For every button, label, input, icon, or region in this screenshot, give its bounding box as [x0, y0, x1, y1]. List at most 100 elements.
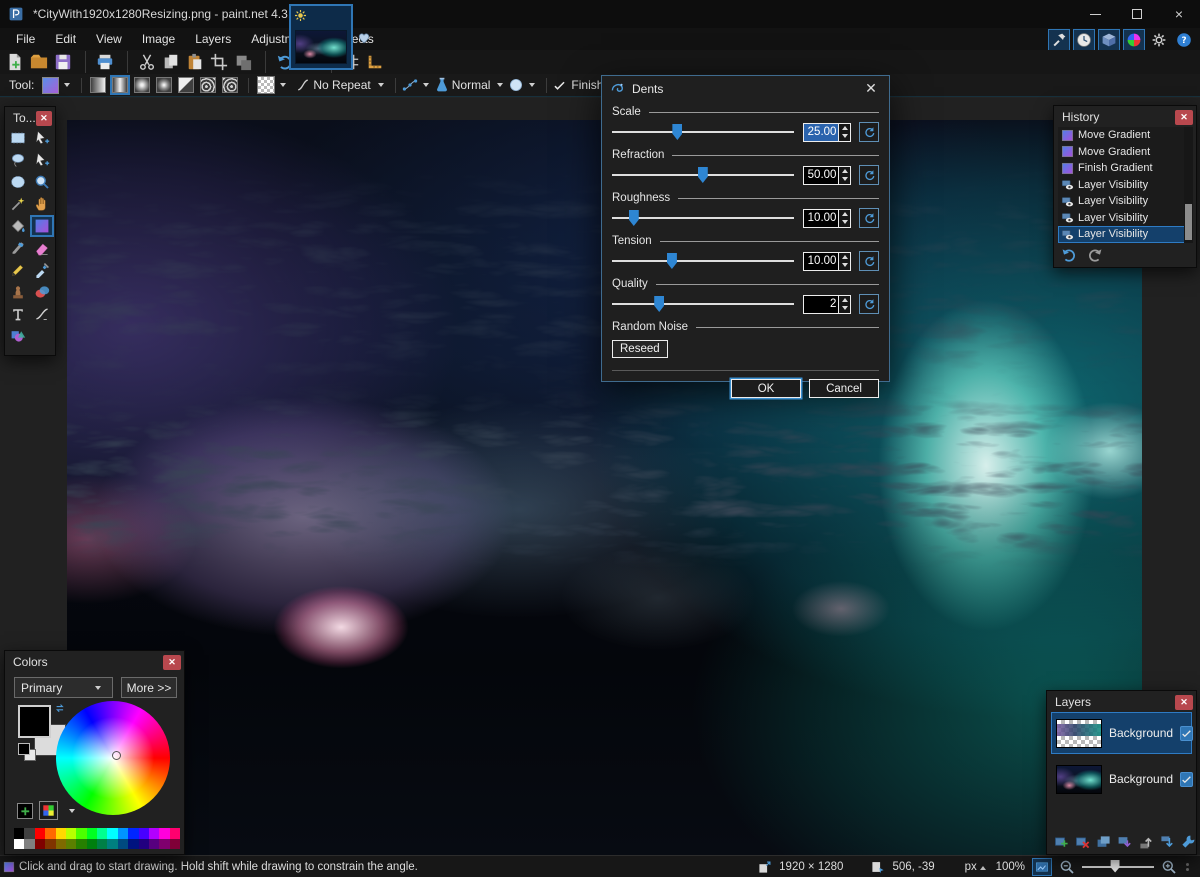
palette-swatch[interactable] [76, 828, 87, 839]
close-button[interactable]: × [1158, 0, 1200, 28]
rulers-toggle[interactable] [364, 51, 386, 73]
color-wheel-selector[interactable] [111, 751, 121, 761]
value-text[interactable]: 10.00 [804, 253, 839, 270]
palette-swatch[interactable] [117, 828, 129, 839]
zoom-out-button[interactable] [1059, 859, 1075, 875]
color-target-select[interactable]: Primary [14, 677, 113, 698]
palette-swatch[interactable] [128, 828, 139, 839]
new-image-button[interactable] [4, 51, 26, 73]
layer-row[interactable]: Background [1051, 758, 1194, 800]
history-window-toggle[interactable] [1073, 29, 1095, 51]
spinner-up-icon[interactable] [839, 210, 850, 219]
gradient-spiral-cw-button[interactable] [198, 75, 218, 95]
primary-color-swatch[interactable] [18, 705, 51, 738]
tool-lasso-select[interactable] [6, 149, 30, 171]
tool-pencil[interactable] [6, 259, 30, 281]
zoom-slider[interactable] [1082, 859, 1154, 874]
repeat-mode-dropdown-arrow-icon[interactable] [377, 83, 384, 87]
layers-window-toggle[interactable] [1098, 29, 1120, 51]
palette-swatch[interactable] [107, 828, 118, 839]
spinner[interactable] [838, 166, 851, 184]
palette-swatch[interactable] [169, 838, 180, 849]
slider[interactable] [612, 166, 794, 184]
history-scrollbar-thumb[interactable] [1185, 203, 1192, 240]
paste-button[interactable] [184, 51, 206, 73]
history-item[interactable]: Layer Visibility [1058, 226, 1185, 243]
history-item[interactable]: Layer Visibility [1058, 210, 1185, 227]
menu-item[interactable]: Layers [185, 29, 241, 49]
antialiasing-icon[interactable] [508, 77, 524, 93]
reset-button[interactable] [859, 165, 880, 185]
slider-track[interactable] [612, 260, 794, 262]
cancel-button[interactable]: Cancel [809, 379, 879, 398]
history-redo-button[interactable] [1087, 247, 1103, 263]
palette-dropdown-arrow-icon[interactable] [69, 808, 75, 813]
dents-dialog-close-button[interactable]: ✕ [862, 80, 880, 97]
tool-clone-stamp[interactable] [6, 281, 30, 303]
current-tool-swatch[interactable] [42, 76, 60, 94]
fill-style-dropdown-arrow-icon[interactable] [280, 83, 287, 87]
gradient-box-button[interactable] [154, 75, 174, 95]
tool-zoom[interactable] [30, 171, 54, 193]
reset-button[interactable] [859, 294, 880, 314]
layer-properties-button[interactable] [1178, 832, 1197, 851]
interpolation-dropdown-arrow-icon[interactable] [422, 83, 429, 87]
slider[interactable] [612, 252, 794, 270]
finish-button[interactable]: Finish [553, 78, 603, 92]
slider-track[interactable] [612, 217, 794, 219]
value-box[interactable]: 25.00 [802, 122, 852, 142]
add-layer-button[interactable] [1052, 832, 1071, 851]
tool-recolor[interactable] [30, 281, 54, 303]
palette-swatch[interactable] [55, 838, 66, 849]
swap-colors-icon[interactable] [54, 702, 67, 715]
print-button[interactable] [85, 51, 116, 73]
palette-swatch[interactable] [14, 838, 25, 849]
blend-mode-dropdown-arrow-icon[interactable] [497, 83, 504, 87]
open-button[interactable] [28, 51, 50, 73]
palette-swatch[interactable] [34, 828, 46, 839]
palette-swatch[interactable] [169, 828, 180, 839]
palette-swatch[interactable] [24, 838, 35, 849]
maximize-button[interactable] [1116, 0, 1158, 28]
colors-panel-close-button[interactable]: ✕ [163, 654, 181, 670]
move-layer-down-button[interactable] [1157, 832, 1176, 851]
tool-ellipse-select[interactable] [6, 171, 30, 193]
value-box[interactable]: 10.00 [802, 208, 852, 228]
reset-button[interactable] [859, 122, 880, 142]
tool-shapes[interactable] [6, 325, 30, 347]
layer-row[interactable]: Background [1051, 712, 1194, 754]
slider[interactable] [612, 295, 794, 313]
palette-swatch[interactable] [14, 828, 25, 839]
slider[interactable] [612, 123, 794, 141]
default-colors-swatch[interactable] [18, 743, 30, 755]
tool-move-selection[interactable] [30, 149, 54, 171]
tool-line-curve[interactable] [30, 303, 54, 325]
palette-swatch[interactable] [86, 828, 97, 839]
reseed-button[interactable]: Reseed [612, 340, 668, 358]
tool-text[interactable] [6, 303, 30, 325]
spinner[interactable] [838, 123, 851, 141]
gradient-diagonal-button[interactable] [176, 75, 196, 95]
tool-dropdown-arrow-icon[interactable] [64, 83, 71, 87]
palette-swatch[interactable] [86, 838, 97, 849]
copy-button[interactable] [160, 51, 182, 73]
slider-thumb[interactable] [672, 124, 683, 140]
units-select[interactable]: px [965, 861, 986, 873]
tools-panel-close-button[interactable]: ✕ [35, 110, 52, 126]
spinner-up-icon[interactable] [839, 167, 850, 176]
history-undo-button[interactable] [1061, 247, 1077, 263]
palette-swatch[interactable] [148, 828, 160, 839]
menu-item[interactable]: File [6, 29, 45, 49]
donate-heart-icon[interactable] [357, 31, 371, 45]
tool-rectangle-select[interactable] [6, 127, 30, 149]
merge-down-button[interactable] [1115, 832, 1134, 851]
gradient-linear-button[interactable] [88, 75, 108, 95]
tool-paintbrush[interactable] [6, 237, 30, 259]
image-tab[interactable] [289, 4, 353, 70]
zoom-to-window-button[interactable] [1032, 857, 1052, 876]
palette-swatch[interactable] [45, 838, 56, 849]
slider-thumb[interactable] [628, 210, 639, 226]
tool-paint-bucket[interactable] [6, 215, 30, 237]
spinner-down-icon[interactable] [839, 261, 850, 270]
layer-visibility-checkbox[interactable] [1180, 725, 1194, 741]
